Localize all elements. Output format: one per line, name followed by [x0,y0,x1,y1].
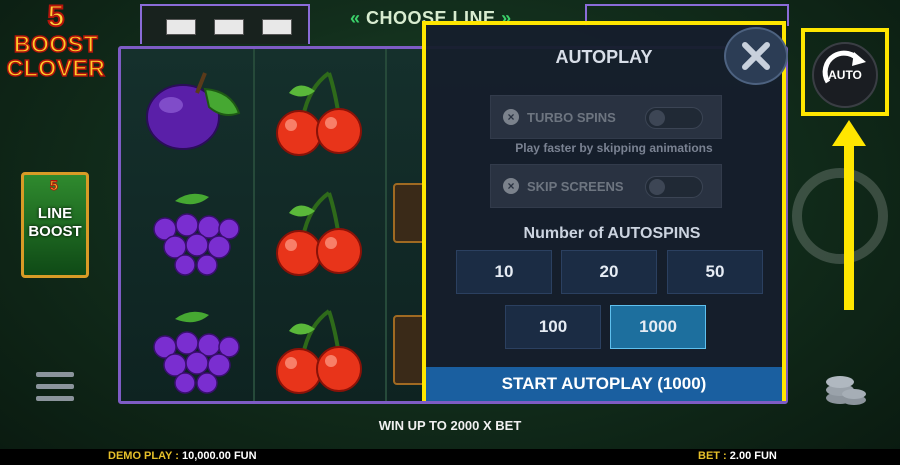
reel-tab-icon[interactable] [214,19,244,35]
highlight-arrow-icon [832,120,866,310]
logo-line1: BOOST [13,31,99,57]
cherry-symbol [276,309,362,394]
demo-label: DEMO PLAY : [108,450,182,462]
start-autoplay-button[interactable]: START AUTOPLAY (1000) [426,367,782,401]
autospins-count-label: Number of AUTOSPINS [523,225,701,242]
turbo-spins-hint: Play faster by skipping animations [515,141,713,155]
grapes-symbol [153,193,240,276]
demo-value: 10,000.00 FUN [181,450,257,462]
autospins-option-20[interactable]: 20 [561,250,657,294]
logo-number: 5 [47,0,66,33]
cherry-symbol [276,191,362,276]
turbo-spins-toggle[interactable] [645,107,703,129]
menu-button[interactable] [36,372,74,402]
game-logo: 5 BOOST CLOVER [6,0,106,102]
plum-symbol [146,72,241,150]
bet-value: 2.00 FUN [729,450,777,462]
skip-screens-option[interactable]: × SKIP SCREENS [490,164,722,208]
auto-button-label: AUTO [828,68,862,82]
autospins-option-100[interactable]: 100 [505,305,601,349]
autospins-option-1000[interactable]: 1000 [610,305,706,349]
win-up-to-text: WIN UP TO 2000 X BET [378,418,522,433]
reel-tab-icon[interactable] [262,19,292,35]
turbo-spins-label: TURBO SPINS [527,110,616,125]
cherry-symbol [276,71,362,156]
skip-screens-label: SKIP SCREENS [527,179,624,194]
coins-icon[interactable] [824,372,868,406]
chevron-left-icon: « [350,8,361,28]
line-boost-number: 5 [50,177,59,194]
reel-mode-tabs [140,4,310,44]
bet-display: BET : 2.00 FUN [698,450,777,462]
autoplay-panel: AUTOPLAY × TURBO SPINS Play faster by sk… [422,21,788,401]
line-boost-line2: BOOST [28,223,82,240]
disabled-x-icon: × [503,178,519,194]
close-icon [742,42,770,70]
skip-screens-toggle[interactable] [645,176,703,198]
close-button[interactable] [724,27,788,85]
logo-line2: CLOVER [6,55,106,81]
bet-label: BET : [698,450,730,462]
line-boost-line1: LINE [37,205,73,222]
reel-tab-icon[interactable] [166,19,196,35]
disabled-x-icon: × [503,109,519,125]
demo-balance: DEMO PLAY : 10,000.00 FUN [108,450,257,462]
autospins-option-50[interactable]: 50 [667,250,763,294]
line-boost-button[interactable]: 5 LINE BOOST [21,172,89,278]
autospins-option-10[interactable]: 10 [456,250,552,294]
grapes-symbol [153,311,240,394]
turbo-spins-option[interactable]: × TURBO SPINS [490,95,722,139]
